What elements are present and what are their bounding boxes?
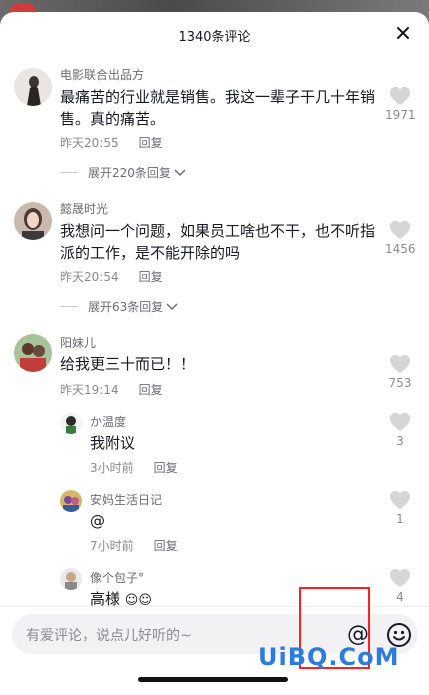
watermark: UiBQ.CoM <box>258 643 400 671</box>
home-indicator <box>138 677 288 682</box>
like-count: 1971 <box>385 108 416 122</box>
like-count: 1456 <box>385 242 416 256</box>
heart-icon <box>390 86 410 106</box>
reply-button[interactable]: 回复 <box>139 270 163 284</box>
like-button[interactable]: 1 <box>385 490 415 526</box>
like-button[interactable]: 3 <box>385 412 415 448</box>
like-button[interactable]: 1456 <box>385 220 416 256</box>
comment-time: 昨天19:14 <box>60 383 119 397</box>
heart-icon <box>390 568 410 588</box>
reply-meta: 7小时前 回复 <box>90 537 178 554</box>
like-count: 3 <box>396 434 404 448</box>
comment-input-placeholder: 有爱评论，说点儿好听的~ <box>26 628 192 644</box>
reply-button[interactable]: 回复 <box>139 383 163 397</box>
reply-meta: 3小时前 回复 <box>90 459 178 476</box>
comment-text: 最痛苦的行业就是销售。我这一辈子干几十年销售。真的痛苦。 <box>60 88 376 128</box>
reply-author[interactable]: 像个包子° <box>90 569 144 586</box>
comment-text: 我想问一个问题，如果员工啥也不干，也不听指派的工作，是不能开除的吗 <box>60 222 376 262</box>
expand-replies-label: 展开220条回复 <box>88 166 171 180</box>
like-button[interactable]: 4 <box>385 568 415 604</box>
like-count: 753 <box>388 376 412 390</box>
avatar[interactable] <box>60 412 82 434</box>
comment-meta: 昨天19:14 回复 <box>60 381 163 398</box>
avatar[interactable] <box>14 334 52 372</box>
comment-author[interactable]: 阳妹儿 <box>60 334 96 351</box>
heart-icon <box>390 412 410 432</box>
heart-icon <box>390 490 410 510</box>
comment-author[interactable]: 懿晟时光 <box>60 200 108 217</box>
reply-button[interactable]: 回复 <box>139 136 163 150</box>
reply-time: 7小时前 <box>90 539 134 553</box>
comment-meta: 昨天20:55 回复 <box>60 134 163 151</box>
expand-replies[interactable]: 展开220条回复 <box>60 164 186 181</box>
close-icon[interactable] <box>395 25 411 41</box>
like-count: 1 <box>396 512 404 526</box>
expand-replies[interactable]: 展开63条回复 <box>60 298 178 315</box>
comment-header: 1340条评论 <box>0 12 429 56</box>
chevron-down-icon <box>166 302 178 310</box>
expand-replies-label: 展开63条回复 <box>88 300 164 314</box>
heart-icon <box>390 354 410 374</box>
comment-count-title: 1340条评论 <box>178 30 251 45</box>
reply-author[interactable]: 安妈生活日记 <box>90 491 162 508</box>
avatar[interactable] <box>60 568 82 590</box>
avatar[interactable] <box>14 68 52 106</box>
reply-author[interactable]: か温度 <box>90 413 126 430</box>
comment-text: 给我更三十而已！！ <box>60 355 196 373</box>
avatar[interactable] <box>14 202 52 240</box>
reply-button[interactable]: 回复 <box>154 539 178 553</box>
like-count: 4 <box>396 590 404 604</box>
heart-icon <box>390 220 410 240</box>
reply-text: @ <box>90 512 105 530</box>
reply-text: 我附议 <box>90 434 136 452</box>
chevron-down-icon <box>174 168 186 176</box>
comment-time: 昨天20:54 <box>60 270 119 284</box>
like-button[interactable]: 753 <box>385 354 415 390</box>
avatar[interactable] <box>60 490 82 512</box>
divider <box>60 172 78 173</box>
comment-meta: 昨天20:54 回复 <box>60 268 163 285</box>
divider <box>60 306 78 307</box>
reply-button[interactable]: 回复 <box>154 461 178 475</box>
comment-author[interactable]: 电影联合出品方 <box>60 66 144 83</box>
like-button[interactable]: 1971 <box>385 86 416 122</box>
reply-time: 3小时前 <box>90 461 134 475</box>
comment-time: 昨天20:55 <box>60 136 119 150</box>
